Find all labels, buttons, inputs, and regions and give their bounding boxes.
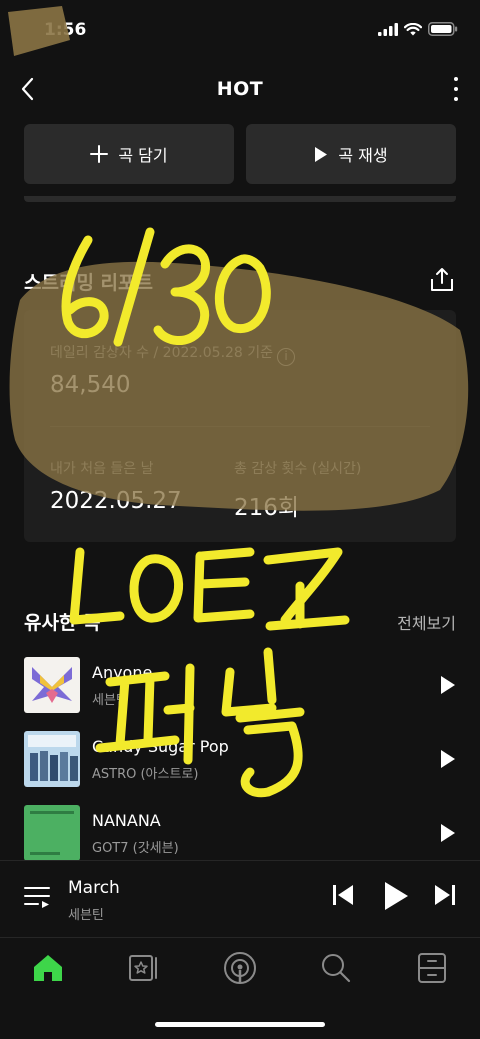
- album-art-image: [24, 805, 80, 861]
- info-icon[interactable]: i: [277, 348, 296, 366]
- share-icon: [431, 268, 453, 291]
- album-art-image: [24, 657, 80, 713]
- play-song-button[interactable]: 곡 재생: [246, 124, 456, 184]
- tab-home[interactable]: [28, 948, 68, 988]
- page-title: HOT: [216, 78, 264, 100]
- home-icon: [34, 955, 62, 981]
- list-item[interactable]: Candy Sugar Pop ASTRO (아스트로): [24, 731, 456, 787]
- now-playing-title: March: [68, 878, 120, 898]
- total-plays-label: 총 감상 횟수 (실시간): [234, 461, 362, 477]
- more-options-button[interactable]: [450, 74, 462, 104]
- daily-listeners-label: 데일리 감상자 수 / 2022.05.28 기준 i: [50, 342, 296, 366]
- play-song-label: 곡 재생: [338, 146, 388, 165]
- album-art-image: [24, 731, 80, 787]
- total-plays-value: 216회: [234, 495, 300, 521]
- podcast-icon: [224, 952, 256, 984]
- battery-icon: [428, 22, 458, 36]
- tab-library[interactable]: [124, 948, 164, 988]
- plus-icon: [90, 145, 109, 163]
- similar-songs-title: 유사한 곡: [24, 612, 101, 634]
- streaming-report-title: 스트리밍 리포트: [24, 272, 153, 294]
- song-title: Anyone: [92, 663, 153, 682]
- daily-listeners-value: 84,540: [50, 372, 131, 398]
- streaming-report-card: 데일리 감상자 수 / 2022.05.28 기준 i 84,540 내가 처음 …: [24, 310, 456, 542]
- scribble-stroke: [193, 547, 255, 623]
- list-item[interactable]: Anyone 세븐틴: [24, 657, 456, 713]
- album-art: [24, 805, 80, 861]
- more-dot-icon: [454, 77, 458, 81]
- home-indicator: [155, 1022, 325, 1027]
- song-artist: 세븐틴: [92, 693, 128, 708]
- first-listen-value: 2022.05.27: [50, 488, 182, 514]
- previous-track-icon[interactable]: [332, 883, 354, 907]
- next-track-icon[interactable]: [434, 883, 456, 907]
- song-title: Candy Sugar Pop: [92, 737, 229, 756]
- tab-storage[interactable]: [412, 948, 452, 988]
- list-item[interactable]: NANANA GOT7 (갓세븐): [24, 805, 456, 861]
- song-artist: ASTRO (아스트로): [92, 767, 199, 782]
- tab-podcast[interactable]: [220, 948, 260, 988]
- song-artist: GOT7 (갓세븐): [92, 841, 179, 856]
- daily-listeners-label-text: 데일리 감상자 수 / 2022.05.28 기준: [50, 345, 274, 361]
- tab-search[interactable]: [316, 948, 356, 988]
- album-art: [24, 657, 80, 713]
- library-icon: [129, 955, 157, 981]
- wifi-icon: [404, 22, 422, 35]
- scribble-stroke: [129, 554, 184, 623]
- scribble-stroke: [263, 547, 350, 631]
- nav-bar: HOT: [0, 64, 480, 116]
- now-playing-artist: 세븐틴: [68, 908, 104, 923]
- play-icon[interactable]: [440, 675, 456, 695]
- add-song-button[interactable]: 곡 담기: [24, 124, 234, 184]
- song-title: NANANA: [92, 811, 161, 830]
- play-icon[interactable]: [440, 823, 456, 843]
- section-divider: [24, 196, 456, 202]
- card-divider: [50, 426, 430, 427]
- play-icon[interactable]: [440, 749, 456, 769]
- status-icons: [378, 22, 458, 36]
- signal-icon: [378, 22, 398, 36]
- add-song-label: 곡 담기: [118, 146, 168, 165]
- storage-icon: [418, 953, 446, 983]
- status-bar: 1:56: [0, 0, 480, 60]
- search-icon: [322, 954, 351, 983]
- play-pause-icon[interactable]: [383, 881, 409, 911]
- status-time: 1:56: [44, 20, 87, 40]
- mini-player[interactable]: March 세븐틴: [0, 860, 480, 936]
- first-listen-label: 내가 처음 들은 날: [50, 461, 154, 477]
- play-icon: [315, 146, 328, 162]
- more-dot-icon: [454, 97, 458, 101]
- album-art: [24, 731, 80, 787]
- share-button[interactable]: [428, 266, 456, 294]
- see-all-link[interactable]: 전체보기: [397, 610, 456, 634]
- playlist-icon[interactable]: [24, 885, 50, 909]
- more-dot-icon: [454, 87, 458, 91]
